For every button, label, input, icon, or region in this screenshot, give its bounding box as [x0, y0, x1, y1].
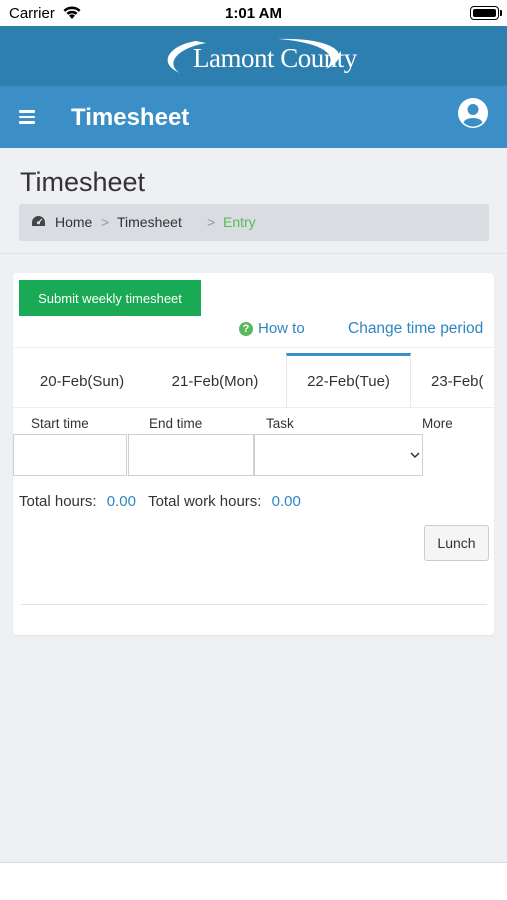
divider	[13, 347, 494, 348]
breadcrumb: Home > Timesheet > Entry	[19, 204, 489, 241]
tab-day[interactable]: 20-Feb(Sun)	[23, 355, 141, 407]
menu-icon[interactable]	[19, 110, 35, 124]
tab-day[interactable]: 23-Feb(	[431, 355, 494, 407]
breadcrumb-home[interactable]: Home	[55, 214, 92, 230]
battery-cap	[500, 10, 502, 16]
totals-row: Total hours: 0.00 Total work hours: 0.00	[19, 493, 301, 510]
breadcrumb-current: Entry	[223, 214, 256, 230]
nav-bar: Timesheet	[0, 86, 507, 148]
start-time-label: Start time	[31, 416, 89, 431]
divider	[13, 407, 494, 408]
breadcrumb-separator: >	[207, 214, 216, 230]
more-label: More	[422, 416, 453, 431]
divider	[21, 604, 487, 605]
how-to-link[interactable]: ? How to	[239, 320, 305, 337]
bottom-bar	[0, 862, 507, 900]
page-title: Timesheet	[20, 167, 146, 197]
chevron-down-icon	[410, 452, 420, 459]
tab-day-active[interactable]: 22-Feb(Tue)	[286, 353, 411, 407]
total-work-hours-label: Total work hours:	[148, 493, 262, 510]
breadcrumb-timesheet[interactable]: Timesheet	[117, 214, 182, 230]
help-icon: ?	[239, 321, 253, 336]
divider	[0, 253, 507, 254]
lunch-button[interactable]: Lunch	[424, 525, 489, 561]
logo-text: Lamont County	[193, 43, 357, 73]
status-bar: Carrier 1:01 AM	[0, 0, 507, 26]
brand-bar: Lamont County	[0, 26, 507, 86]
task-select[interactable]	[254, 434, 423, 476]
task-label: Task	[266, 416, 294, 431]
end-time-input[interactable]	[128, 434, 254, 476]
how-to-label: How to	[258, 320, 305, 337]
county-logo: Lamont County	[158, 35, 357, 79]
clock: 1:01 AM	[225, 5, 282, 22]
end-time-label: End time	[149, 416, 203, 431]
timesheet-card: Submit weekly timesheet ? How to Change …	[13, 273, 494, 635]
nav-title: Timesheet	[71, 104, 190, 131]
battery-icon	[470, 6, 499, 20]
dashboard-icon	[32, 216, 45, 226]
start-time-input[interactable]	[13, 434, 127, 476]
change-time-period-link[interactable]: Change time period	[348, 320, 483, 338]
total-work-hours-value: 0.00	[271, 493, 301, 510]
total-hours-label: Total hours:	[19, 493, 97, 510]
submit-weekly-timesheet-button[interactable]: Submit weekly timesheet	[19, 280, 201, 316]
tab-day[interactable]: 21-Feb(Mon)	[156, 355, 274, 407]
total-hours-value: 0.00	[106, 493, 136, 510]
user-icon[interactable]	[457, 97, 489, 129]
breadcrumb-separator: >	[101, 214, 110, 230]
